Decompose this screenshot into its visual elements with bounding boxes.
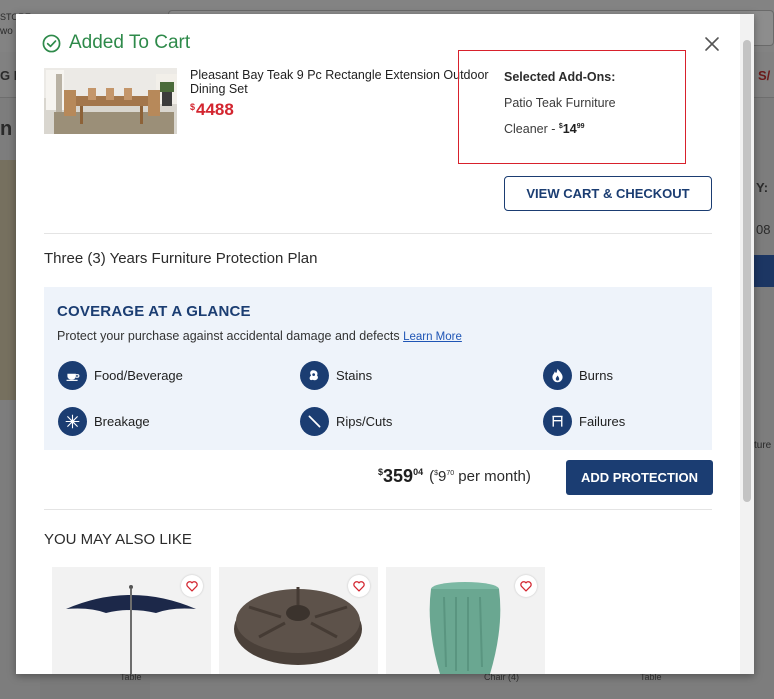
coverage-panel: COVERAGE AT A GLANCE Protect your purcha…: [44, 287, 712, 450]
price-value: 4488: [196, 100, 234, 119]
price-currency: $: [190, 102, 196, 112]
background-heading: n: [0, 118, 13, 140]
monthly-suffix: per month): [454, 468, 531, 485]
plan-price-currency: $: [378, 467, 384, 477]
background-store-text-2: wo: [0, 26, 13, 37]
dining-set-image: [44, 68, 177, 134]
coverage-item-label: Failures: [579, 414, 626, 429]
you-may-also-like-title: YOU MAY ALSO LIKE: [44, 531, 192, 548]
background-button: [754, 255, 774, 287]
favorite-button[interactable]: [515, 575, 537, 597]
coverage-item-rips-cuts: Rips/Cuts: [300, 407, 392, 436]
protection-plan-title: Three (3) Years Furniture Protection Pla…: [44, 250, 318, 267]
added-to-cart-title: Added To Cart: [69, 32, 191, 53]
check-circle-icon: [42, 34, 61, 52]
plan-price-dollars: 359: [383, 466, 414, 486]
modal-scrollbar[interactable]: [740, 14, 754, 674]
background-label-08: 08: [756, 222, 771, 237]
favorite-button[interactable]: [181, 575, 203, 597]
coverage-description: Protect your purchase against accidental…: [57, 329, 462, 343]
monthly-cents: 70: [446, 470, 455, 477]
recommendation-card-umbrella[interactable]: [52, 567, 211, 674]
background-product-image: [0, 160, 16, 400]
coverage-item-stains: Stains: [300, 361, 372, 390]
coverage-item-breakage: Breakage: [58, 407, 150, 436]
learn-more-link[interactable]: Learn More: [403, 331, 462, 343]
highlight-annotation-box: [458, 50, 686, 164]
rips-cuts-icon: [300, 407, 329, 436]
background-nav-text: G I: [0, 68, 18, 83]
coverage-item-food-beverage: Food/Beverage: [58, 361, 183, 390]
added-to-cart-modal: Added To Cart Pleasant Bay Teak 9 Pc Rec…: [16, 14, 754, 674]
background-label-y: Y:: [756, 180, 769, 195]
background-label-ture: ture: [754, 440, 772, 451]
coverage-item-label: Food/Beverage: [94, 368, 183, 383]
recommendation-card-garden-stool[interactable]: [386, 567, 545, 674]
close-button[interactable]: [702, 34, 722, 54]
added-to-cart-header: Added To Cart: [42, 32, 190, 54]
failures-icon: [543, 407, 572, 436]
background-nav-text-right: S/: [758, 68, 771, 83]
view-cart-checkout-button[interactable]: VIEW CART & CHECKOUT: [504, 176, 712, 211]
modal-scrollbar-thumb[interactable]: [743, 40, 751, 502]
coverage-title: COVERAGE AT A GLANCE: [57, 303, 251, 320]
recommendation-card-umbrella-base[interactable]: [219, 567, 378, 674]
divider: [44, 233, 712, 234]
product-name[interactable]: Pleasant Bay Teak 9 Pc Rectangle Extensi…: [190, 68, 490, 96]
coverage-item-label: Burns: [579, 368, 613, 383]
coverage-item-burns: Burns: [543, 361, 613, 390]
add-protection-button[interactable]: ADD PROTECTION: [566, 460, 713, 495]
coverage-item-label: Breakage: [94, 414, 150, 429]
divider: [44, 509, 712, 510]
coverage-description-text: Protect your purchase against accidental…: [57, 329, 400, 343]
heart-icon: [353, 581, 365, 592]
favorite-button[interactable]: [348, 575, 370, 597]
plan-price-cents: 04: [413, 467, 424, 477]
coverage-item-label: Rips/Cuts: [336, 414, 393, 429]
burns-icon: [543, 361, 572, 390]
protection-monthly-price: ($970 per month): [429, 468, 531, 485]
close-icon: [705, 37, 719, 51]
stains-icon: [300, 361, 329, 390]
breakage-icon: [58, 407, 87, 436]
food-beverage-icon: [58, 361, 87, 390]
product-price: $4488: [190, 100, 234, 120]
heart-icon: [520, 581, 532, 592]
product-image: [44, 68, 177, 134]
protection-total-price: $35904: [378, 466, 423, 487]
protection-price: $35904 ($970 per month): [378, 466, 531, 487]
coverage-item-label: Stains: [336, 368, 373, 383]
coverage-item-failures: Failures: [543, 407, 625, 436]
heart-icon: [186, 581, 198, 592]
